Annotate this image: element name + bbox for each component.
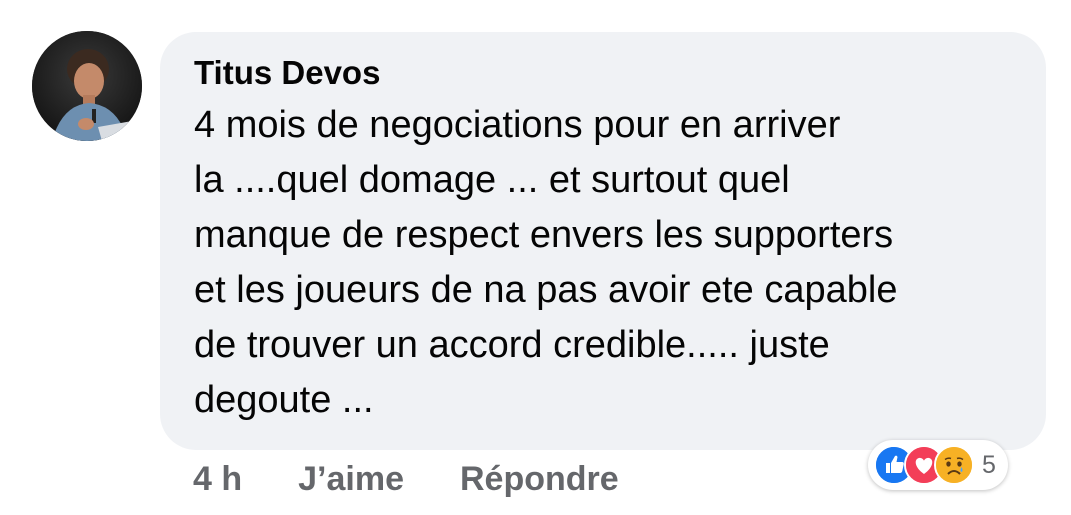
- comment-timestamp[interactable]: 4 h: [193, 460, 242, 499]
- avatar[interactable]: [32, 31, 142, 141]
- avatar-photo: [32, 31, 142, 141]
- sad-icon: [934, 445, 974, 485]
- comment-bubble: Titus Devos 4 mois de negociations pour …: [160, 32, 1046, 450]
- comment-actions: 4 h J’aime Répondre: [193, 460, 619, 499]
- comment-author[interactable]: Titus Devos: [194, 52, 1012, 94]
- reaction-count: 5: [982, 450, 996, 479]
- comment-container: Titus Devos 4 mois de negociations pour …: [0, 0, 1071, 515]
- reply-button[interactable]: Répondre: [460, 460, 619, 499]
- like-button[interactable]: J’aime: [298, 460, 404, 499]
- reactions-summary[interactable]: 5: [868, 440, 1008, 490]
- comment-text: 4 mois de negociations pour en arriver l…: [194, 104, 898, 421]
